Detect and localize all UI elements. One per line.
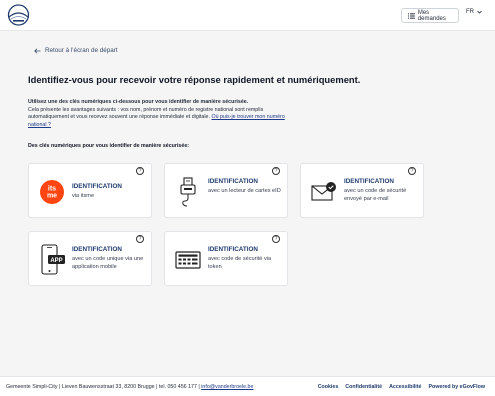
email-check-icon (310, 178, 338, 206)
chevron-down-icon (477, 10, 482, 14)
footer-link-accessibilite[interactable]: Accessibilité (389, 384, 421, 390)
footer-link-egovflow[interactable]: Powered by eGovFlow (428, 384, 485, 390)
mes-demandes-label: Mes demandes (417, 9, 446, 22)
footer-links: Cookies Confidentialité Accessibilité Po… (318, 384, 485, 390)
footer-email-link[interactable]: info@vanderbroele.be (201, 384, 253, 390)
language-label: FR (466, 9, 474, 15)
card-description: avec code de sécurité via token (208, 256, 272, 270)
itsme-card[interactable]: ? its me IDENTIFICATION via itsme (28, 163, 152, 218)
language-select[interactable]: FR (466, 9, 482, 15)
eid-reader-card[interactable]: ? IDENTIFICATION avec un lecteur de cart… (164, 163, 288, 218)
help-icon[interactable]: ? (272, 235, 280, 243)
itsme-text-its: its (48, 186, 56, 193)
footer-link-confidentialite[interactable]: Confidentialité (345, 384, 382, 390)
intro-bold: Utilisez une des clés numériques ci-dess… (28, 99, 249, 105)
footer-link-cookies[interactable]: Cookies (318, 384, 339, 390)
back-link-label: Retour à l'écran de départ (45, 47, 118, 54)
card-title: IDENTIFICATION (72, 183, 122, 190)
token-icon (174, 246, 202, 274)
app-badge-text: APP (50, 258, 62, 264)
help-icon[interactable]: ? (136, 235, 144, 243)
card-description: avec un code de sécurité envoyé par e-ma… (344, 188, 407, 202)
itsme-logo: its me (38, 178, 66, 206)
footer-address-text: Gemeente Simpli-City | Lieven Bauwensstr… (6, 384, 200, 390)
card-description: avec un lecteur de cartes eID (208, 188, 281, 194)
card-title: IDENTIFICATION (344, 178, 394, 185)
list-icon (408, 12, 415, 19)
mobile-app-card[interactable]: ? APP IDENTIFICATION avec un code unique… (28, 231, 152, 286)
mobile-app-icon: APP (38, 244, 66, 275)
page-footer: Gemeente Simpli-City | Lieven Bauwensstr… (0, 376, 495, 396)
footer-address: Gemeente Simpli-City | Lieven Bauwensstr… (6, 384, 253, 390)
keys-heading: Des clés numériques pour vous identifier… (28, 143, 190, 149)
top-header: Mes demandes FR (0, 0, 495, 31)
page-title: Identifiez-vous pour recevoir votre répo… (28, 74, 361, 85)
mes-demandes-button[interactable]: Mes demandes (401, 8, 459, 23)
back-link[interactable]: Retour à l'écran de départ (34, 47, 118, 54)
help-icon[interactable]: ? (408, 167, 416, 175)
card-description: via itsme (72, 193, 95, 199)
card-description: avec un code unique via une application … (72, 256, 144, 270)
simpli-city-logo[interactable] (5, 4, 32, 26)
help-icon[interactable]: ? (136, 167, 144, 175)
itsme-text-me: me (47, 193, 57, 200)
card-title: IDENTIFICATION (208, 178, 258, 185)
help-icon[interactable]: ? (272, 167, 280, 175)
intro-text: Utilisez une des clés numériques ci-dess… (28, 99, 288, 129)
token-card[interactable]: ? IDENTIFICATION avec code de sécurité v… (164, 231, 288, 286)
email-code-card[interactable]: ? IDENTIFICATION avec un code de sécurit… (300, 163, 424, 218)
arrow-left-icon (34, 48, 41, 53)
card-title: IDENTIFICATION (72, 246, 122, 253)
card-reader-icon (174, 177, 202, 207)
card-title: IDENTIFICATION (208, 246, 258, 253)
